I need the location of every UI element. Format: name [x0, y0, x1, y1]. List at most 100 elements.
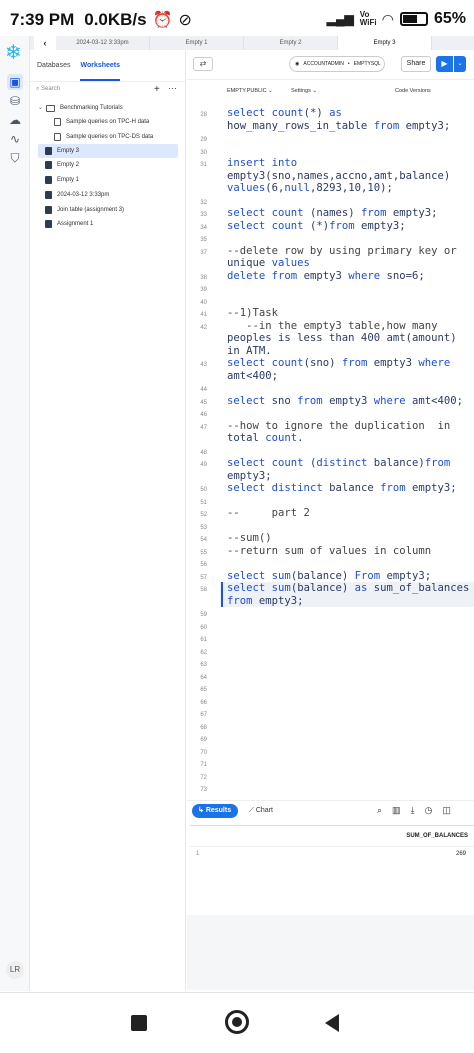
- sidebar-search[interactable]: ⌕ Search: [36, 86, 60, 93]
- download-icon[interactable]: ⤓: [411, 805, 415, 816]
- settings-menu[interactable]: Settings ⌄: [291, 88, 317, 94]
- code-line[interactable]: 63: [187, 657, 474, 670]
- tab-worksheets[interactable]: Worksheets: [80, 62, 121, 81]
- code-line[interactable]: peoples is less than 400 amt(amount): [187, 332, 474, 345]
- code-line[interactable]: 55 --return sum of values in column: [187, 545, 474, 558]
- tree-item-empty-1[interactable]: Empty 1: [45, 173, 79, 187]
- code-line[interactable]: 61: [187, 632, 474, 645]
- code-line[interactable]: 65: [187, 682, 474, 695]
- code-line[interactable]: 73: [187, 782, 474, 795]
- code-line[interactable]: 37 --delete row by using primary key or: [187, 245, 474, 258]
- code-line[interactable]: 39: [187, 282, 474, 295]
- role-warehouse-selector[interactable]: ◉ ACCOUNTADMIN • EMPTYSQL: [289, 56, 385, 72]
- code-line[interactable]: 66: [187, 695, 474, 708]
- database-context-selector[interactable]: EMPTY.PUBLIC ⌄: [227, 88, 273, 94]
- search-icon[interactable]: ⌕: [377, 805, 382, 816]
- tree-item-assignment-1[interactable]: Assignment 1: [45, 217, 93, 231]
- code-line[interactable]: 68: [187, 720, 474, 733]
- code-line[interactable]: empty3(sno,names,accno,amt,balance): [187, 170, 474, 183]
- search-input[interactable]: Search: [41, 86, 60, 92]
- tree-item-tpcds[interactable]: Sample queries on TPC-DS data: [54, 130, 180, 144]
- activity-icon[interactable]: ∿: [7, 131, 23, 147]
- tree-item-empty-3[interactable]: Empty 3: [38, 144, 178, 158]
- code-line[interactable]: 69: [187, 732, 474, 745]
- code-line[interactable]: 43 select count(sno) from empty3 where: [187, 357, 474, 370]
- tab-empty-3[interactable]: Empty 3: [338, 36, 432, 50]
- column-header[interactable]: SUM_OF_BALANCES: [406, 833, 468, 839]
- code-line[interactable]: in ATM.: [187, 345, 474, 358]
- tab-empty-2[interactable]: Empty 2: [244, 36, 338, 50]
- tree-item-empty-2[interactable]: Empty 2: [45, 158, 79, 172]
- code-line[interactable]: values(6,null,8293,10,10);: [187, 182, 474, 195]
- code-line[interactable]: 64: [187, 670, 474, 683]
- table-row[interactable]: 1 269: [190, 846, 474, 862]
- home-icon[interactable]: [225, 1010, 249, 1034]
- chart-tab[interactable]: ⟋ Chart: [249, 804, 273, 818]
- worksheets-icon[interactable]: ▣: [7, 74, 23, 90]
- code-line[interactable]: 35: [187, 232, 474, 245]
- code-line[interactable]: 48: [187, 445, 474, 458]
- code-line[interactable]: total count.: [187, 432, 474, 445]
- code-line[interactable]: 51: [187, 495, 474, 508]
- back-chevron-icon[interactable]: ‹: [34, 36, 56, 50]
- add-worksheet-button[interactable]: +: [154, 84, 160, 95]
- code-line[interactable]: 70: [187, 745, 474, 758]
- code-line[interactable]: 72: [187, 770, 474, 783]
- code-line[interactable]: 52 -- part 2: [187, 507, 474, 520]
- code-line[interactable]: 34 select count (*)from empty3;: [187, 220, 474, 233]
- code-line[interactable]: 50 select distinct balance from empty3;: [187, 482, 474, 495]
- code-line[interactable]: unique values: [187, 257, 474, 270]
- code-line[interactable]: 33 select count (names) from empty3;: [187, 207, 474, 220]
- code-line[interactable]: 49 select count (distinct balance)from: [187, 457, 474, 470]
- code-line[interactable]: 53: [187, 520, 474, 533]
- code-line[interactable]: 57 select sum(balance) From empty3;: [187, 570, 474, 583]
- code-line[interactable]: 31 insert into: [187, 157, 474, 170]
- code-line[interactable]: 45 select sno from empty3 where amt<400;: [187, 395, 474, 408]
- code-line[interactable]: 44: [187, 382, 474, 395]
- code-line[interactable]: 40: [187, 295, 474, 308]
- code-line[interactable]: 41 --1)Task: [187, 307, 474, 320]
- code-versions-button[interactable]: Code Versions: [395, 88, 431, 94]
- code-line[interactable]: 60: [187, 620, 474, 633]
- tree-item-tpch[interactable]: Sample queries on TPC-H data: [54, 115, 180, 129]
- tab-databases[interactable]: Databases: [37, 62, 70, 81]
- recents-icon[interactable]: [131, 1015, 147, 1031]
- cell-value[interactable]: 269: [456, 851, 466, 857]
- tab-worksheet-2024[interactable]: 2024-03-12 3:33pm: [56, 36, 150, 50]
- more-options-icon[interactable]: ···: [168, 83, 177, 93]
- code-line[interactable]: 46: [187, 407, 474, 420]
- tree-item-2024[interactable]: 2024-03-12 3:33pm: [45, 188, 109, 202]
- snowflake-logo-icon[interactable]: ❄: [5, 40, 22, 65]
- run-options-chevron-icon[interactable]: ⌄: [454, 56, 466, 72]
- folder-benchmarking[interactable]: ⌄ Benchmarking Tutorials: [38, 101, 178, 115]
- data-icon[interactable]: ⛁: [7, 93, 23, 109]
- marketplace-icon[interactable]: ☁: [7, 112, 23, 128]
- code-line[interactable]: how_many_rows_in_table from empty3;: [187, 120, 474, 133]
- code-line[interactable]: amt<400;: [187, 370, 474, 383]
- code-line[interactable]: 56: [187, 557, 474, 570]
- results-tab[interactable]: ↳ Results: [192, 804, 238, 818]
- layout-icon[interactable]: ◫: [442, 805, 451, 816]
- code-line[interactable]: 32: [187, 195, 474, 208]
- code-line[interactable]: 67: [187, 707, 474, 720]
- code-line[interactable]: 59: [187, 607, 474, 620]
- code-line[interactable]: 38 delete from empty3 where sno=6;: [187, 270, 474, 283]
- code-line[interactable]: from empty3;: [187, 595, 474, 608]
- toggle-sidebar-icon[interactable]: ⇄: [193, 57, 213, 71]
- columns-icon[interactable]: ▥: [392, 805, 401, 816]
- admin-shield-icon[interactable]: ⛉: [7, 150, 23, 166]
- sql-editor[interactable]: 28 select count(*) as how_many_rows_in_tab…: [187, 100, 474, 800]
- tab-empty-1[interactable]: Empty 1: [150, 36, 244, 50]
- code-line[interactable]: 29: [187, 132, 474, 145]
- code-line[interactable]: 30: [187, 145, 474, 158]
- code-line[interactable]: 58 select sum(balance) as sum_of_balances: [187, 582, 474, 595]
- code-line[interactable]: 54 --sum(): [187, 532, 474, 545]
- code-line[interactable]: 71: [187, 757, 474, 770]
- user-avatar[interactable]: LR: [6, 961, 24, 979]
- history-icon[interactable]: ◷: [425, 805, 433, 816]
- code-line[interactable]: 62: [187, 645, 474, 658]
- code-line[interactable]: 47 --how to ignore the duplication in: [187, 420, 474, 433]
- code-line[interactable]: 42 --in the empty3 table,how many: [187, 320, 474, 333]
- code-line[interactable]: empty3;: [187, 470, 474, 483]
- run-button[interactable]: ▶: [436, 56, 453, 72]
